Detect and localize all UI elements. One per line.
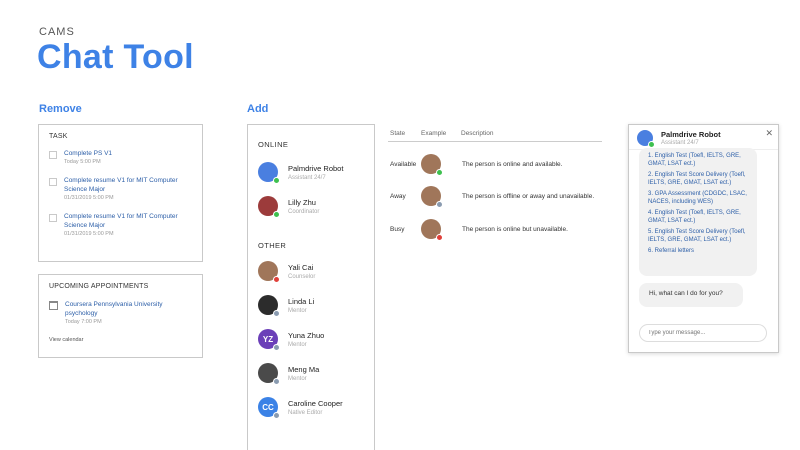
status-dot (273, 177, 280, 184)
status-dot (273, 276, 280, 283)
bot-option[interactable]: 2. English Test Score Delivery (Toefl, I… (648, 171, 748, 187)
task-checkbox[interactable] (49, 178, 57, 186)
task-date: 01/31/2019 5:00 PM (64, 231, 114, 237)
contact-item[interactable]: Yali Cai Counselor (258, 254, 364, 288)
contact-item[interactable]: Palmdrive Robot Assistant 24/7 (258, 155, 364, 189)
contact-role: Counselor (288, 273, 316, 280)
task-title[interactable]: Complete resume V1 for MIT Computer Scie… (64, 176, 192, 194)
contact-name: Caroline Cooper (288, 398, 343, 408)
task-title[interactable]: Complete resume V1 for MIT Computer Scie… (64, 212, 192, 230)
close-icon[interactable]: ✕ (765, 128, 773, 139)
page-title: Chat Tool (37, 38, 194, 76)
contact-name: Yuna Zhuo (288, 330, 325, 340)
legend-header-description: Description (461, 130, 494, 137)
status-dot (273, 412, 280, 419)
status-dot (273, 310, 280, 317)
legend-example-avatar (421, 219, 443, 241)
calendar-icon (49, 301, 58, 310)
legend-description: The person is online and available. (462, 161, 563, 168)
contact-name: Palmdrive Robot (288, 163, 344, 173)
status-dot (436, 201, 443, 208)
task-checkbox[interactable] (49, 214, 57, 222)
task-title[interactable]: Complete PS V1 (64, 149, 112, 158)
contact-item[interactable]: Lilly Zhu Coordinator (258, 189, 364, 223)
legend-header-state: State (390, 130, 406, 137)
contact-role: Mentor (288, 307, 307, 314)
avatar-initials: CC (262, 402, 274, 412)
task-date: Today 5:00 PM (64, 159, 101, 165)
chat-avatar (637, 130, 655, 148)
contact-name: Lilly Zhu (288, 197, 316, 207)
view-calendar-link[interactable]: View calendar (49, 337, 192, 343)
contact-item[interactable]: Meng Ma Mentor (258, 356, 364, 390)
contact-role: Mentor (288, 341, 307, 348)
task-item[interactable]: Complete PS V1 Today 5:00 PM (49, 149, 192, 167)
status-dot (273, 344, 280, 351)
legend-description: The person is online but unavailable. (462, 226, 568, 233)
bot-option[interactable]: 6. Referral letters (648, 247, 748, 255)
chat-status-dot (648, 141, 655, 148)
bot-option[interactable]: 1. English Test (Toefl, IELTS, GRE, GMAT… (648, 152, 748, 168)
contact-item[interactable]: YZ Yuna Zhuo Mentor (258, 322, 364, 356)
contact-role: Native Editor (288, 409, 323, 416)
bot-option[interactable]: 3. GPA Assessment (CDGDC, LSAC, NACES, i… (648, 190, 748, 206)
other-group-label: OTHER (258, 241, 287, 250)
appointments-header: UPCOMING APPOINTMENTS (49, 283, 149, 290)
avatar: CC (258, 397, 280, 419)
avatar: YZ (258, 329, 280, 351)
task-item[interactable]: Complete resume V1 for MIT Computer Scie… (49, 176, 192, 203)
legend-example-avatar (421, 154, 443, 176)
online-group-label: ONLINE (258, 140, 289, 149)
contact-name: Meng Ma (288, 364, 320, 374)
legend-header-example: Example (421, 130, 447, 137)
contact-item[interactable]: Linda Li Mentor (258, 288, 364, 322)
chat-contact-role: Assistant 24/7 (661, 140, 699, 146)
status-dot (273, 211, 280, 218)
contact-role: Mentor (288, 375, 307, 382)
contact-name: Linda Li (288, 296, 315, 306)
task-date: 01/31/2019 5:00 PM (64, 195, 114, 201)
task-card-header: TASK (49, 133, 68, 140)
chat-header: Palmdrive Robot Assistant 24/7 (629, 125, 778, 150)
status-dot (436, 169, 443, 176)
task-card: TASK Complete PS V1 Today 5:00 PM Comple… (38, 124, 203, 262)
legend-description: The person is offline or away and unavai… (462, 193, 595, 200)
avatar-initials: YZ (262, 334, 274, 344)
chat-window: Palmdrive Robot Assistant 24/7 ✕ 1. Engl… (628, 124, 779, 353)
avatar (258, 162, 280, 184)
bot-options-bubble: 1. English Test (Toefl, IELTS, GRE, GMAT… (639, 148, 757, 276)
bot-option[interactable]: 4. English Test (Toefl, IELTS, GRE, GMAT… (648, 209, 748, 225)
contact-item[interactable]: CC Caroline Cooper Native Editor (258, 390, 364, 424)
chat-contact-name: Palmdrive Robot (661, 130, 721, 139)
bot-greeting-bubble: Hi, what can I do for you? (639, 283, 743, 307)
message-input[interactable] (639, 324, 767, 342)
legend-state: Available (390, 161, 417, 168)
task-checkbox[interactable] (49, 151, 57, 159)
legend-example-avatar (421, 186, 443, 208)
avatar (258, 261, 280, 283)
avatar (258, 196, 280, 218)
brand-label: CAMS (39, 26, 75, 38)
legend-state: Away (390, 193, 406, 200)
appointment-title[interactable]: Coursera Pennsylvania University psychol… (65, 300, 192, 318)
contacts-panel: ONLINE Palmdrive Robot Assistant 24/7 Lill… (247, 124, 375, 450)
legend-divider (388, 141, 602, 142)
avatar (258, 295, 280, 317)
appointments-card: UPCOMING APPOINTMENTS Coursera Pennsylva… (38, 274, 203, 358)
appointment-date: Today 7:00 PM (65, 319, 102, 325)
status-dot (436, 234, 443, 241)
legend-state: Busy (390, 226, 405, 233)
section-remove-label: Remove (39, 103, 82, 115)
appointment-item[interactable]: Coursera Pennsylvania University psychol… (49, 300, 192, 327)
status-dot (273, 378, 280, 385)
contact-name: Yali Cai (288, 262, 314, 272)
section-add-label: Add (247, 103, 269, 115)
task-item[interactable]: Complete resume V1 for MIT Computer Scie… (49, 212, 192, 239)
contact-role: Assistant 24/7 (288, 174, 326, 181)
contact-role: Coordinator (288, 208, 320, 215)
avatar (258, 363, 280, 385)
bot-option[interactable]: 5. English Test Score Delivery (Toefl, I… (648, 228, 748, 244)
